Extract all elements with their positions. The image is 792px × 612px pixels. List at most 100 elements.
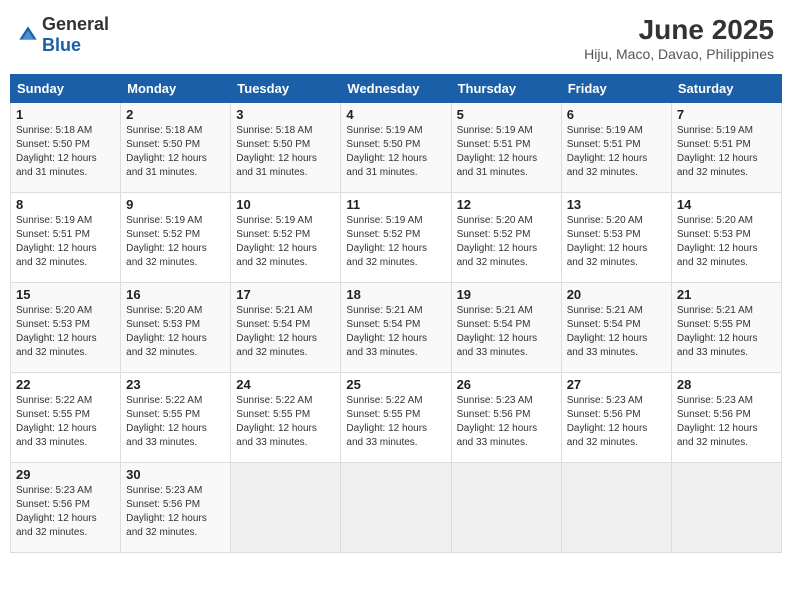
table-row: 20 Sunrise: 5:21 AM Sunset: 5:54 PM Dayl… <box>561 283 671 373</box>
day-number: 10 <box>236 197 335 212</box>
day-number: 1 <box>16 107 115 122</box>
calendar-week-row: 29 Sunrise: 5:23 AM Sunset: 5:56 PM Dayl… <box>11 463 782 553</box>
day-info: Sunrise: 5:22 AM Sunset: 5:55 PM Dayligh… <box>346 394 445 450</box>
day-number: 17 <box>236 287 335 302</box>
day-number: 26 <box>457 377 556 392</box>
table-row: 23 Sunrise: 5:22 AM Sunset: 5:55 PM Dayl… <box>121 373 231 463</box>
table-row: 19 Sunrise: 5:21 AM Sunset: 5:54 PM Dayl… <box>451 283 561 373</box>
header-friday: Friday <box>561 75 671 103</box>
calendar-table: Sunday Monday Tuesday Wednesday Thursday… <box>10 74 782 553</box>
logo-blue: Blue <box>42 35 81 55</box>
header-saturday: Saturday <box>671 75 781 103</box>
header-thursday: Thursday <box>451 75 561 103</box>
day-info: Sunrise: 5:19 AM Sunset: 5:52 PM Dayligh… <box>126 214 225 270</box>
day-number: 29 <box>16 467 115 482</box>
day-info: Sunrise: 5:21 AM Sunset: 5:54 PM Dayligh… <box>457 304 556 360</box>
day-info: Sunrise: 5:19 AM Sunset: 5:51 PM Dayligh… <box>677 124 776 180</box>
table-row: 8 Sunrise: 5:19 AM Sunset: 5:51 PM Dayli… <box>11 193 121 283</box>
weekday-header-row: Sunday Monday Tuesday Wednesday Thursday… <box>11 75 782 103</box>
day-info: Sunrise: 5:22 AM Sunset: 5:55 PM Dayligh… <box>16 394 115 450</box>
day-number: 12 <box>457 197 556 212</box>
table-row: 17 Sunrise: 5:21 AM Sunset: 5:54 PM Dayl… <box>231 283 341 373</box>
table-row: 10 Sunrise: 5:19 AM Sunset: 5:52 PM Dayl… <box>231 193 341 283</box>
day-number: 14 <box>677 197 776 212</box>
day-info: Sunrise: 5:21 AM Sunset: 5:54 PM Dayligh… <box>346 304 445 360</box>
day-number: 6 <box>567 107 666 122</box>
day-number: 25 <box>346 377 445 392</box>
day-info: Sunrise: 5:22 AM Sunset: 5:55 PM Dayligh… <box>236 394 335 450</box>
day-info: Sunrise: 5:20 AM Sunset: 5:53 PM Dayligh… <box>567 214 666 270</box>
table-row: 7 Sunrise: 5:19 AM Sunset: 5:51 PM Dayli… <box>671 103 781 193</box>
day-number: 27 <box>567 377 666 392</box>
day-number: 7 <box>677 107 776 122</box>
table-row: 3 Sunrise: 5:18 AM Sunset: 5:50 PM Dayli… <box>231 103 341 193</box>
day-info: Sunrise: 5:23 AM Sunset: 5:56 PM Dayligh… <box>677 394 776 450</box>
location-title: Hiju, Maco, Davao, Philippines <box>584 46 774 62</box>
table-row: 4 Sunrise: 5:19 AM Sunset: 5:50 PM Dayli… <box>341 103 451 193</box>
logo-text: General Blue <box>42 14 109 56</box>
day-info: Sunrise: 5:20 AM Sunset: 5:53 PM Dayligh… <box>16 304 115 360</box>
day-info: Sunrise: 5:19 AM Sunset: 5:51 PM Dayligh… <box>457 124 556 180</box>
header-wednesday: Wednesday <box>341 75 451 103</box>
table-row: 29 Sunrise: 5:23 AM Sunset: 5:56 PM Dayl… <box>11 463 121 553</box>
day-info: Sunrise: 5:23 AM Sunset: 5:56 PM Dayligh… <box>457 394 556 450</box>
logo-icon <box>18 25 38 45</box>
day-number: 20 <box>567 287 666 302</box>
day-number: 15 <box>16 287 115 302</box>
table-row <box>671 463 781 553</box>
day-info: Sunrise: 5:19 AM Sunset: 5:52 PM Dayligh… <box>346 214 445 270</box>
table-row: 21 Sunrise: 5:21 AM Sunset: 5:55 PM Dayl… <box>671 283 781 373</box>
day-info: Sunrise: 5:21 AM Sunset: 5:54 PM Dayligh… <box>567 304 666 360</box>
day-number: 28 <box>677 377 776 392</box>
table-row: 18 Sunrise: 5:21 AM Sunset: 5:54 PM Dayl… <box>341 283 451 373</box>
day-info: Sunrise: 5:21 AM Sunset: 5:55 PM Dayligh… <box>677 304 776 360</box>
day-number: 23 <box>126 377 225 392</box>
table-row: 5 Sunrise: 5:19 AM Sunset: 5:51 PM Dayli… <box>451 103 561 193</box>
day-info: Sunrise: 5:23 AM Sunset: 5:56 PM Dayligh… <box>567 394 666 450</box>
table-row: 12 Sunrise: 5:20 AM Sunset: 5:52 PM Dayl… <box>451 193 561 283</box>
day-number: 19 <box>457 287 556 302</box>
day-number: 8 <box>16 197 115 212</box>
table-row: 15 Sunrise: 5:20 AM Sunset: 5:53 PM Dayl… <box>11 283 121 373</box>
day-info: Sunrise: 5:20 AM Sunset: 5:53 PM Dayligh… <box>677 214 776 270</box>
table-row: 25 Sunrise: 5:22 AM Sunset: 5:55 PM Dayl… <box>341 373 451 463</box>
table-row: 13 Sunrise: 5:20 AM Sunset: 5:53 PM Dayl… <box>561 193 671 283</box>
month-title: June 2025 <box>584 14 774 46</box>
day-number: 5 <box>457 107 556 122</box>
day-info: Sunrise: 5:18 AM Sunset: 5:50 PM Dayligh… <box>236 124 335 180</box>
day-info: Sunrise: 5:19 AM Sunset: 5:51 PM Dayligh… <box>567 124 666 180</box>
table-row <box>341 463 451 553</box>
table-row: 24 Sunrise: 5:22 AM Sunset: 5:55 PM Dayl… <box>231 373 341 463</box>
day-info: Sunrise: 5:18 AM Sunset: 5:50 PM Dayligh… <box>126 124 225 180</box>
day-number: 18 <box>346 287 445 302</box>
title-area: June 2025 Hiju, Maco, Davao, Philippines <box>584 14 774 62</box>
calendar-week-row: 22 Sunrise: 5:22 AM Sunset: 5:55 PM Dayl… <box>11 373 782 463</box>
day-number: 30 <box>126 467 225 482</box>
table-row: 30 Sunrise: 5:23 AM Sunset: 5:56 PM Dayl… <box>121 463 231 553</box>
calendar-week-row: 1 Sunrise: 5:18 AM Sunset: 5:50 PM Dayli… <box>11 103 782 193</box>
day-number: 16 <box>126 287 225 302</box>
table-row <box>231 463 341 553</box>
table-row: 14 Sunrise: 5:20 AM Sunset: 5:53 PM Dayl… <box>671 193 781 283</box>
table-row: 11 Sunrise: 5:19 AM Sunset: 5:52 PM Dayl… <box>341 193 451 283</box>
header-tuesday: Tuesday <box>231 75 341 103</box>
header-sunday: Sunday <box>11 75 121 103</box>
day-number: 13 <box>567 197 666 212</box>
day-info: Sunrise: 5:19 AM Sunset: 5:52 PM Dayligh… <box>236 214 335 270</box>
header-monday: Monday <box>121 75 231 103</box>
day-number: 11 <box>346 197 445 212</box>
header: General Blue June 2025 Hiju, Maco, Davao… <box>10 10 782 66</box>
day-number: 3 <box>236 107 335 122</box>
day-number: 21 <box>677 287 776 302</box>
day-info: Sunrise: 5:21 AM Sunset: 5:54 PM Dayligh… <box>236 304 335 360</box>
table-row <box>561 463 671 553</box>
day-info: Sunrise: 5:18 AM Sunset: 5:50 PM Dayligh… <box>16 124 115 180</box>
day-info: Sunrise: 5:20 AM Sunset: 5:52 PM Dayligh… <box>457 214 556 270</box>
day-number: 4 <box>346 107 445 122</box>
table-row: 27 Sunrise: 5:23 AM Sunset: 5:56 PM Dayl… <box>561 373 671 463</box>
day-number: 9 <box>126 197 225 212</box>
day-number: 2 <box>126 107 225 122</box>
day-info: Sunrise: 5:23 AM Sunset: 5:56 PM Dayligh… <box>16 484 115 540</box>
day-info: Sunrise: 5:20 AM Sunset: 5:53 PM Dayligh… <box>126 304 225 360</box>
table-row: 26 Sunrise: 5:23 AM Sunset: 5:56 PM Dayl… <box>451 373 561 463</box>
